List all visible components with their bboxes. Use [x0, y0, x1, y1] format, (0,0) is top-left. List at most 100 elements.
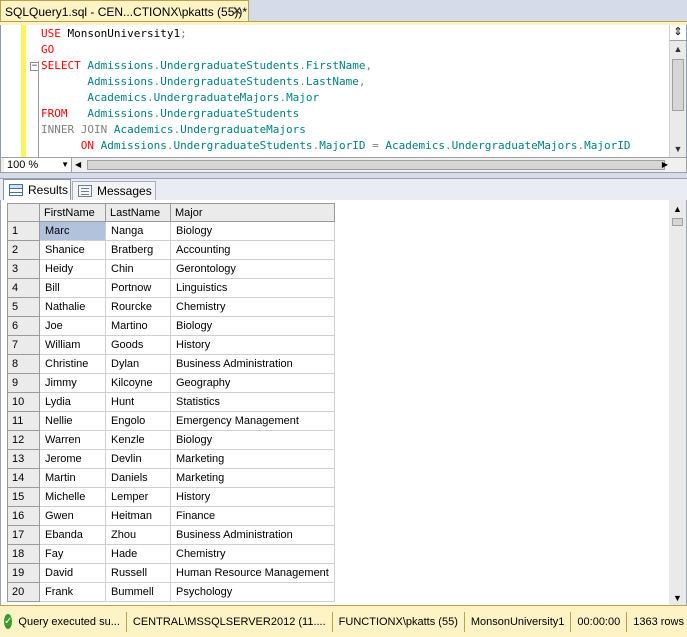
cell-lastname[interactable]: Rourcke — [105, 297, 171, 317]
cell-major[interactable]: Biology — [170, 316, 335, 336]
chevron-down-icon[interactable]: ▼ — [61, 158, 69, 172]
table-row[interactable]: 6 Joe Martino Biology — [7, 316, 335, 336]
cell-firstname[interactable]: William — [39, 335, 106, 355]
cell-firstname[interactable]: Heidy — [39, 259, 106, 279]
table-row[interactable]: 16 Gwen Heitman Finance — [7, 506, 335, 526]
scroll-thumb[interactable] — [87, 160, 665, 170]
table-row[interactable]: 14 Martin Daniels Marketing — [7, 468, 335, 488]
table-row[interactable]: 8 Christine Dylan Business Administration — [7, 354, 335, 374]
row-number[interactable]: 2 — [7, 240, 40, 260]
cell-lastname[interactable]: Hunt — [105, 392, 171, 412]
cell-lastname[interactable]: Bratberg — [105, 240, 171, 260]
cell-firstname[interactable]: Frank — [39, 582, 106, 602]
cell-lastname[interactable]: Hade — [105, 544, 171, 564]
table-row[interactable]: 12 Warren Kenzle Biology — [7, 430, 335, 450]
cell-firstname[interactable]: Christine — [39, 354, 106, 374]
cell-lastname[interactable]: Daniels — [105, 468, 171, 488]
row-number[interactable]: 15 — [7, 487, 40, 507]
code-line[interactable]: FROM Admissions.UndergraduateStudents — [41, 106, 630, 122]
split-icon[interactable]: ⇕ — [670, 25, 686, 41]
results-grid[interactable]: FirstName LastName Major 1 Marc Nanga Biolo… — [0, 200, 687, 605]
row-number[interactable]: 10 — [7, 392, 40, 412]
column-header-rownum[interactable] — [7, 203, 40, 222]
table-row[interactable]: 2 Shanice Bratberg Accounting — [7, 240, 335, 260]
column-header-lastname[interactable]: LastName — [105, 203, 171, 222]
table-row[interactable]: 15 Michelle Lemper History — [7, 487, 335, 507]
tab-messages[interactable]: Messages — [72, 181, 156, 200]
row-number[interactable]: 16 — [7, 506, 40, 526]
cell-lastname[interactable]: Bummell — [105, 582, 171, 602]
zoom-dropdown[interactable]: 100 % ▼ — [4, 158, 72, 172]
table-row[interactable]: 9 Jimmy Kilcoyne Geography — [7, 373, 335, 393]
row-number[interactable]: 11 — [7, 411, 40, 431]
editor-vertical-scrollbar[interactable]: ⇕ ▲ ▼ — [669, 25, 686, 157]
document-tab[interactable]: SQLQuery1.sql - CEN...CTIONX\pkatts (55)… — [0, 0, 249, 22]
cell-lastname[interactable]: Lemper — [105, 487, 171, 507]
cell-lastname[interactable]: Nanga — [105, 221, 171, 241]
cell-lastname[interactable]: Devlin — [105, 449, 171, 469]
cell-major[interactable]: Biology — [170, 221, 335, 241]
cell-firstname[interactable]: Lydia — [39, 392, 106, 412]
cell-major[interactable]: Statistics — [170, 392, 335, 412]
cell-major[interactable]: Business Administration — [170, 354, 335, 374]
cell-major[interactable]: Human Resource Management — [170, 563, 335, 583]
cell-lastname[interactable]: Zhou — [105, 525, 171, 545]
row-number[interactable]: 14 — [7, 468, 40, 488]
row-number[interactable]: 1 — [7, 221, 40, 241]
table-row[interactable]: 3 Heidy Chin Gerontology — [7, 259, 335, 279]
table-row[interactable]: 13 Jerome Devlin Marketing — [7, 449, 335, 469]
table-row[interactable]: 18 Fay Hade Chemistry — [7, 544, 335, 564]
cell-major[interactable]: History — [170, 487, 335, 507]
code-line[interactable]: INNER JOIN Academics.UndergraduateMajors — [41, 122, 630, 138]
cell-major[interactable]: Chemistry — [170, 544, 335, 564]
cell-major[interactable]: Finance — [170, 506, 335, 526]
query-editor[interactable]: − USE MonsonUniversity1; GO SELECT Admissi… — [0, 25, 687, 157]
cell-firstname[interactable]: Nellie — [39, 411, 106, 431]
row-number[interactable]: 7 — [7, 335, 40, 355]
cell-firstname[interactable]: Gwen — [39, 506, 106, 526]
cell-firstname[interactable]: Ebanda — [39, 525, 106, 545]
row-number[interactable]: 19 — [7, 563, 40, 583]
cell-firstname[interactable]: Martin — [39, 468, 106, 488]
tab-results[interactable]: Results — [3, 179, 71, 200]
cell-firstname[interactable]: Shanice — [39, 240, 106, 260]
cell-lastname[interactable]: Portnow — [105, 278, 171, 298]
row-number[interactable]: 20 — [7, 582, 40, 602]
cell-major[interactable]: Linguistics — [170, 278, 335, 298]
row-number[interactable]: 12 — [7, 430, 40, 450]
cell-major[interactable]: Chemistry — [170, 297, 335, 317]
cell-major[interactable]: History — [170, 335, 335, 355]
cell-major[interactable]: Geography — [170, 373, 335, 393]
editor-horizontal-scrollbar[interactable]: ◀ ▶ — [73, 158, 670, 172]
table-row[interactable]: 17 Ebanda Zhou Business Administration — [7, 525, 335, 545]
scroll-right-icon[interactable]: ▶ — [662, 158, 668, 172]
code-line[interactable]: Academics.UndergraduateMajors.Major — [41, 90, 630, 106]
scroll-down-icon[interactable]: ▼ — [669, 593, 686, 603]
table-row[interactable]: 19 David Russell Human Resource Management — [7, 563, 335, 583]
cell-firstname[interactable]: David — [39, 563, 106, 583]
row-number[interactable]: 3 — [7, 259, 40, 279]
cell-lastname[interactable]: Chin — [105, 259, 171, 279]
cell-firstname[interactable]: Warren — [39, 430, 106, 450]
column-header-major[interactable]: Major — [170, 203, 335, 222]
row-number[interactable]: 13 — [7, 449, 40, 469]
cell-firstname[interactable]: Nathalie — [39, 297, 106, 317]
cell-firstname[interactable]: Michelle — [39, 487, 106, 507]
cell-major[interactable]: Marketing — [170, 449, 335, 469]
table-row[interactable]: 7 William Goods History — [7, 335, 335, 355]
cell-major[interactable]: Gerontology — [170, 259, 335, 279]
cell-major[interactable]: Accounting — [170, 240, 335, 260]
row-number[interactable]: 5 — [7, 297, 40, 317]
table-row[interactable]: 11 Nellie Engolo Emergency Management — [7, 411, 335, 431]
scroll-thumb[interactable] — [672, 218, 683, 226]
row-number[interactable]: 18 — [7, 544, 40, 564]
code-text[interactable]: USE MonsonUniversity1; GO SELECT Admission… — [41, 26, 630, 154]
cell-major[interactable]: Psychology — [170, 582, 335, 602]
cell-lastname[interactable]: Kenzle — [105, 430, 171, 450]
table-row[interactable]: 10 Lydia Hunt Statistics — [7, 392, 335, 412]
scroll-up-icon[interactable]: ▲ — [669, 204, 686, 214]
cell-major[interactable]: Marketing — [170, 468, 335, 488]
row-number[interactable]: 8 — [7, 354, 40, 374]
code-line[interactable]: USE MonsonUniversity1; — [41, 26, 630, 42]
cell-lastname[interactable]: Engolo — [105, 411, 171, 431]
